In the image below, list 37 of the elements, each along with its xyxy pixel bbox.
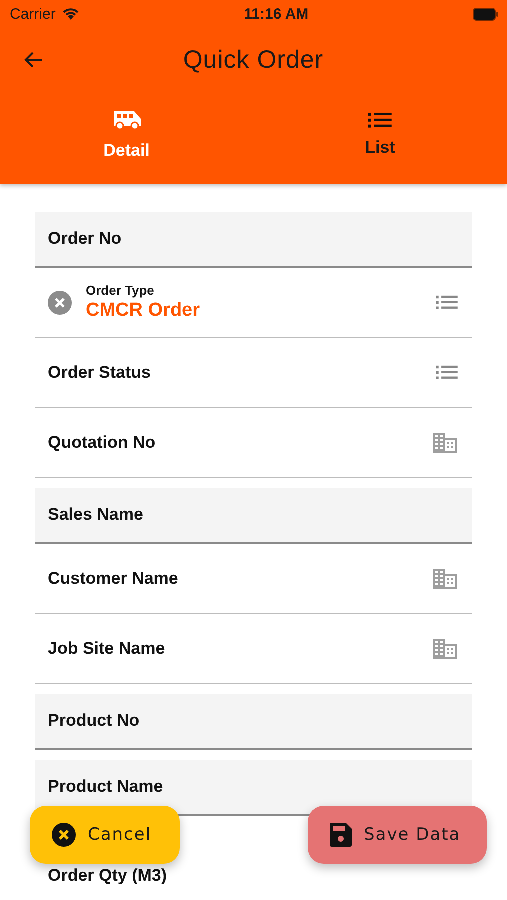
field-label: Product Name [48, 777, 164, 797]
field-label: Product No [48, 711, 141, 731]
save-icon [330, 823, 352, 847]
wifi-icon [62, 7, 80, 21]
select-field[interactable]: Customer Name [35, 544, 472, 614]
field-value: CMCR Order [86, 300, 202, 322]
text-field[interactable]: Sales Name [35, 488, 472, 544]
list-icon [436, 364, 458, 380]
field-label: Order Qty (M3) [48, 866, 168, 886]
tab[interactable]: List [254, 92, 507, 184]
van-icon [112, 109, 142, 131]
field-label: Order Type [86, 283, 156, 298]
select-field[interactable]: Order Type CMCR Order [35, 268, 472, 338]
battery-icon [473, 8, 499, 20]
select-field[interactable]: Quotation No [35, 408, 472, 478]
cancel-button[interactable]: Cancel [30, 806, 180, 864]
building-icon [432, 638, 458, 660]
list-icon [436, 294, 458, 310]
field-label: Job Site Name [48, 638, 166, 658]
field-label: Sales Name [48, 505, 144, 525]
page-title: Quick Order [183, 46, 324, 74]
text-field[interactable]: Order No [35, 212, 472, 268]
carrier-label: Carrier [10, 6, 56, 22]
building-icon [432, 432, 458, 454]
clear-icon[interactable] [48, 290, 72, 314]
save-button[interactable]: Save Data [308, 806, 487, 864]
cancel-icon [52, 823, 76, 847]
building-icon [432, 568, 458, 590]
select-field[interactable]: Order Status [35, 338, 472, 408]
text-field[interactable]: Product No [35, 694, 472, 750]
list-icon [368, 112, 392, 128]
select-field[interactable]: Job Site Name [35, 614, 472, 684]
field-label: Order No [48, 229, 123, 249]
status-time: 11:16 AM [244, 6, 309, 22]
field-label: Customer Name [48, 568, 180, 588]
field-label: Quotation No [48, 432, 157, 452]
field-label: Order Status [48, 362, 152, 382]
